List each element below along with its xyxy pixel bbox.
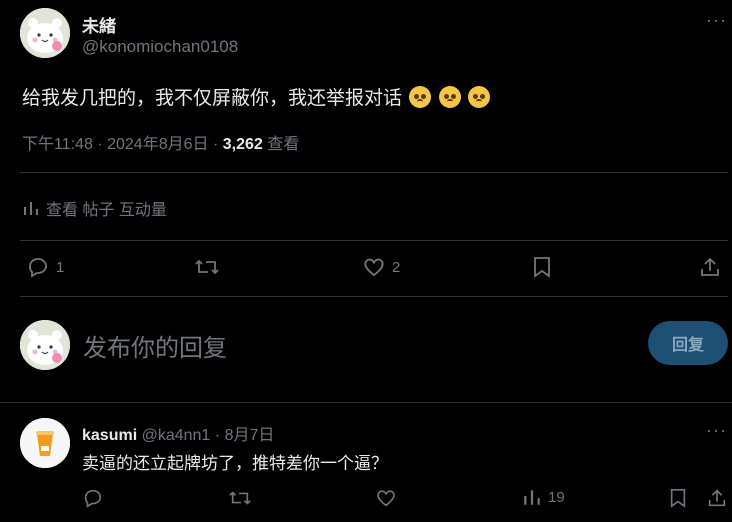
meta-separator: · (212, 136, 219, 153)
meta-separator: · (214, 427, 221, 444)
reply-bookmark-action[interactable] (668, 487, 688, 509)
cat-avatar-icon (20, 320, 70, 370)
heart-icon (364, 258, 384, 277)
reply-author-name[interactable]: kasumi (82, 427, 137, 444)
reply-share-action[interactable] (706, 487, 728, 509)
post-text: 给我发几把的，我不仅屏蔽你，我还举报对话 (22, 88, 403, 109)
divider (20, 240, 728, 241)
repost-icon (229, 491, 251, 505)
like-action[interactable]: 2 (362, 255, 400, 279)
reply-date[interactable]: 8月7日 (225, 427, 275, 444)
reply-more-options-icon[interactable]: ··· (706, 420, 727, 441)
post-activity-link[interactable]: 查看 帖子 互动量 (22, 196, 167, 220)
like-count: 2 (392, 258, 401, 276)
divider (20, 296, 728, 297)
divider (20, 172, 728, 173)
post-date[interactable]: 2024年8月6日 (107, 136, 208, 153)
bookmark-icon (534, 257, 550, 278)
bookmark-action[interactable] (531, 255, 553, 279)
cat-avatar-icon (20, 8, 70, 58)
post-activity-label: 查看 帖子 互动量 (46, 202, 167, 219)
reply-like-action[interactable] (375, 487, 397, 509)
drink-avatar-icon (20, 418, 70, 468)
reply-views-action[interactable]: 19 (522, 487, 565, 507)
meta-separator: · (97, 136, 103, 153)
post-meta: 下午11:48 · 2024年8月6日 · 3,262 查看 (22, 130, 299, 154)
heart-icon (377, 490, 395, 507)
post-text-row: 给我发几把的，我不仅屏蔽你，我还举报对话 (22, 83, 490, 110)
reply-reply-action[interactable] (82, 487, 104, 509)
reply-repost-action[interactable] (228, 487, 252, 509)
repost-action[interactable] (194, 255, 220, 279)
post-time[interactable]: 下午11:48 (22, 136, 93, 153)
reply-views-count: 19 (548, 488, 565, 506)
repost-icon (195, 259, 219, 275)
my-avatar[interactable] (20, 320, 70, 370)
reply-author-avatar[interactable] (20, 418, 70, 468)
pleading-face-emoji-icon (438, 86, 461, 108)
author-handle[interactable]: @konomiochan0108 (82, 37, 238, 57)
reply-action[interactable]: 1 (26, 255, 64, 279)
more-options-icon[interactable]: ··· (706, 10, 727, 31)
reply-icon (84, 489, 102, 508)
pleading-face-emoji-icon (467, 86, 490, 108)
share-icon (701, 257, 719, 276)
share-icon (708, 489, 726, 507)
bookmark-icon (670, 489, 686, 508)
pleading-face-emoji-icon (409, 86, 432, 108)
author-name[interactable]: 未緒 (82, 12, 116, 37)
author-avatar[interactable] (20, 8, 70, 58)
reply-icon (29, 258, 47, 278)
views-count: 3,262 (222, 136, 263, 153)
reply-submit-button[interactable]: 回复 (648, 321, 728, 365)
views-label: 查看 (267, 136, 300, 153)
share-action[interactable] (698, 255, 722, 279)
reply-header: kasumi @ka4nn1 · 8月7日 (82, 421, 274, 445)
reply-text: 卖逼的还立起牌坊了，推特差你一个逼？ (82, 454, 388, 473)
analytics-icon (24, 202, 38, 215)
analytics-icon (524, 490, 540, 505)
reply-count: 1 (56, 258, 65, 276)
reply-author-handle[interactable]: @ka4nn1 (142, 427, 211, 444)
divider (0, 402, 732, 403)
reply-input[interactable]: 发布你的回复 (83, 328, 227, 363)
